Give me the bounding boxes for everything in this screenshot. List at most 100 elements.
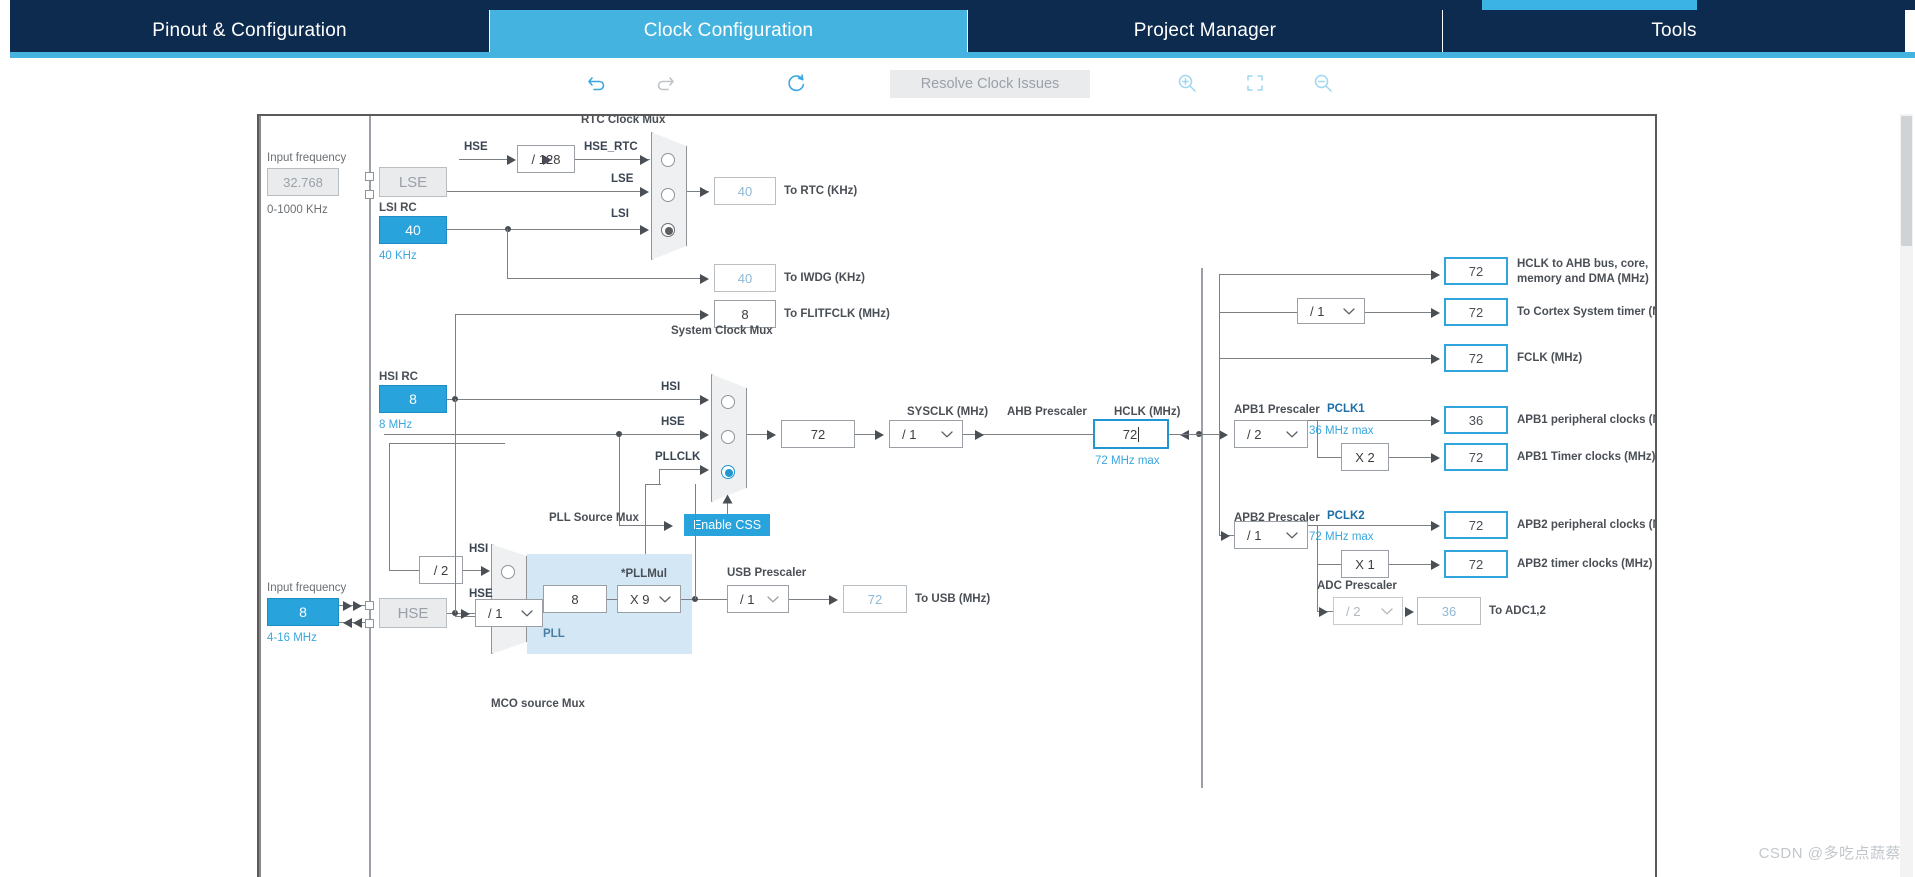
ahb-prescaler-select[interactable]: / 1 (889, 420, 963, 448)
lse-oscillator-box[interactable]: LSE (379, 167, 447, 197)
system-mux-option-pllclk[interactable] (721, 465, 735, 479)
apb2-timer-multiplier: X 1 (1341, 550, 1389, 578)
tab-project-manager[interactable]: Project Manager (968, 10, 1443, 52)
output-field-5: 72 (1444, 511, 1508, 539)
output-field-0: 72 (1444, 257, 1508, 285)
adc-prescaler-label: ADC Prescaler (1317, 580, 1397, 592)
apb1-timer-multiplier: X 2 (1341, 443, 1389, 471)
canvas-left-rail (259, 116, 261, 877)
hclk-value: 72 (1122, 426, 1138, 442)
iwdg-output-label: To IWDG (KHz) (784, 272, 865, 284)
tab-tools[interactable]: Tools (1443, 10, 1905, 52)
clock-diagram-canvas: Input frequency 32.768 0-1000 KHz LSE LS… (257, 114, 1657, 877)
arrow-usb-out (829, 595, 838, 605)
redo-icon[interactable] (648, 66, 682, 100)
sysclk-label: SYSCLK (MHz) (907, 406, 989, 418)
tab-list: Pinout & Configuration Clock Configurati… (10, 10, 1915, 52)
arrow-sysmux-in-pllclk (700, 465, 709, 475)
system-mux-option-hse[interactable] (721, 430, 735, 444)
apb1-prescaler-label: APB1 Prescaler (1234, 404, 1320, 416)
apb1-prescaler-select[interactable]: / 2 (1234, 420, 1308, 448)
pllmul-select[interactable]: X 9 (617, 585, 681, 613)
sysmux-input-hse-label: HSE (661, 416, 685, 428)
wire-to-hclk-box (987, 434, 1095, 436)
arrow-out-cortex (1431, 308, 1440, 318)
arrow-css-up (722, 494, 733, 504)
wire-hse-up-to-sysmux (455, 434, 457, 613)
wire-apb1-to-periph (1308, 420, 1438, 422)
lsi-unit-label: 40 KHz (379, 250, 417, 262)
pll-input-field: 8 (543, 585, 607, 613)
wire-apb1-mul-in (1317, 457, 1341, 459)
rtc-output-label: To RTC (KHz) (784, 185, 858, 197)
arrow-rtcmux-in-hse (640, 155, 649, 165)
lse-input-frequency-label: Input frequency (267, 152, 347, 164)
rtc-mux-option-lsi[interactable] (661, 223, 675, 237)
arrow-apb2-prescaler (1221, 531, 1230, 541)
hse-rtc-signal-label: HSE (464, 141, 488, 153)
apb2-prescaler-select[interactable]: / 1 (1234, 521, 1308, 549)
wire-div128-to-rtcmux (575, 159, 650, 161)
sysmux-input-pllclk-label: PLLCLK (655, 451, 701, 463)
lse-input-frequency-field[interactable]: 32.768 (267, 168, 339, 196)
lse-pin-in (365, 172, 374, 181)
app-root: Pinout & Configuration Clock Configurati… (0, 0, 1915, 877)
zoom-in-icon[interactable] (1170, 66, 1204, 100)
hse-input-frequency-field[interactable]: 8 (267, 598, 339, 626)
usb-prescaler-select[interactable]: / 1 (727, 585, 789, 613)
undo-icon[interactable] (580, 66, 614, 100)
system-mux-option-hsi[interactable] (721, 395, 735, 409)
junction-hse-css (616, 431, 622, 437)
rtc-mux-option-lse[interactable] (661, 188, 675, 202)
usb-prescaler-label: USB Prescaler (727, 567, 807, 579)
output-field-3: 36 (1444, 406, 1508, 434)
fit-to-screen-icon[interactable] (1238, 66, 1272, 100)
arrow-adc-prescaler (1319, 607, 1328, 617)
tab-label: Project Manager (1133, 20, 1277, 41)
lsi-value-field[interactable]: 40 (379, 216, 447, 244)
adc-prescaler-select: / 2 (1333, 597, 1403, 625)
tab-label: Pinout & Configuration (152, 20, 347, 41)
rtc-mux-option-hse-rtc[interactable] (661, 153, 675, 167)
cortex-timer-prescaler-select[interactable]: / 1 (1297, 298, 1365, 324)
scrollbar-thumb[interactable] (1901, 116, 1912, 246)
arrow-hse-prediv (461, 609, 470, 619)
pll-region-label: PLL (543, 628, 565, 640)
sysclk-field: 72 (781, 420, 855, 448)
hsi-value-field[interactable]: 8 (379, 385, 447, 413)
pll-mux-option-hsi[interactable] (501, 565, 515, 579)
wire-apb2-branch-down (1317, 525, 1319, 565)
system-clock-mux-title: System Clock Mux (671, 325, 773, 337)
rtc-clock-mux[interactable] (651, 132, 687, 260)
wire-apb1-mul-out (1389, 457, 1437, 459)
chevron-down-icon (1343, 304, 1355, 319)
hse-predivider-select[interactable]: / 1 (475, 599, 543, 627)
hse-pin-in (365, 601, 374, 610)
hse-oscillator-box[interactable]: HSE (379, 598, 447, 628)
resolve-clock-issues-button[interactable]: Resolve Clock Issues (890, 70, 1090, 98)
output-label-6: APB2 timer clocks (MHz) (1517, 558, 1653, 570)
tab-clock-configuration[interactable]: Clock Configuration (490, 10, 968, 52)
wire-hsi-to-flitf (455, 314, 705, 316)
arrow-pllmux-in-hsi (481, 566, 490, 576)
arrow-out-fclk (1431, 354, 1440, 364)
canvas-vertical-scrollbar[interactable] (1900, 114, 1913, 877)
pllmul-label: *PLLMul (621, 568, 667, 580)
chevron-down-icon (659, 592, 671, 607)
pclk1-label: PCLK1 (1327, 403, 1365, 415)
enable-css-button[interactable]: Enable CSS (684, 514, 770, 536)
zoom-out-icon[interactable] (1306, 66, 1340, 100)
hsi-rc-label: HSI RC (379, 371, 418, 383)
flitf-output-label: To FLITFCLK (MHz) (784, 308, 890, 320)
hclk-max-label: 72 MHz max (1095, 455, 1160, 467)
wire-hclk-to-ahb-out (1219, 274, 1439, 276)
hclk-label: HCLK (MHz) (1114, 406, 1181, 418)
wire-pll-left (645, 484, 661, 486)
tab-pinout-configuration[interactable]: Pinout & Configuration (10, 10, 490, 52)
system-clock-mux[interactable] (711, 374, 747, 502)
wire-hclk-branch-up (1219, 274, 1221, 434)
arrow-rtcmux-in-lse (640, 187, 649, 197)
refresh-icon[interactable] (779, 66, 813, 100)
clock-domain-rail (1201, 268, 1203, 788)
hclk-input-field[interactable]: 72 (1093, 419, 1169, 449)
